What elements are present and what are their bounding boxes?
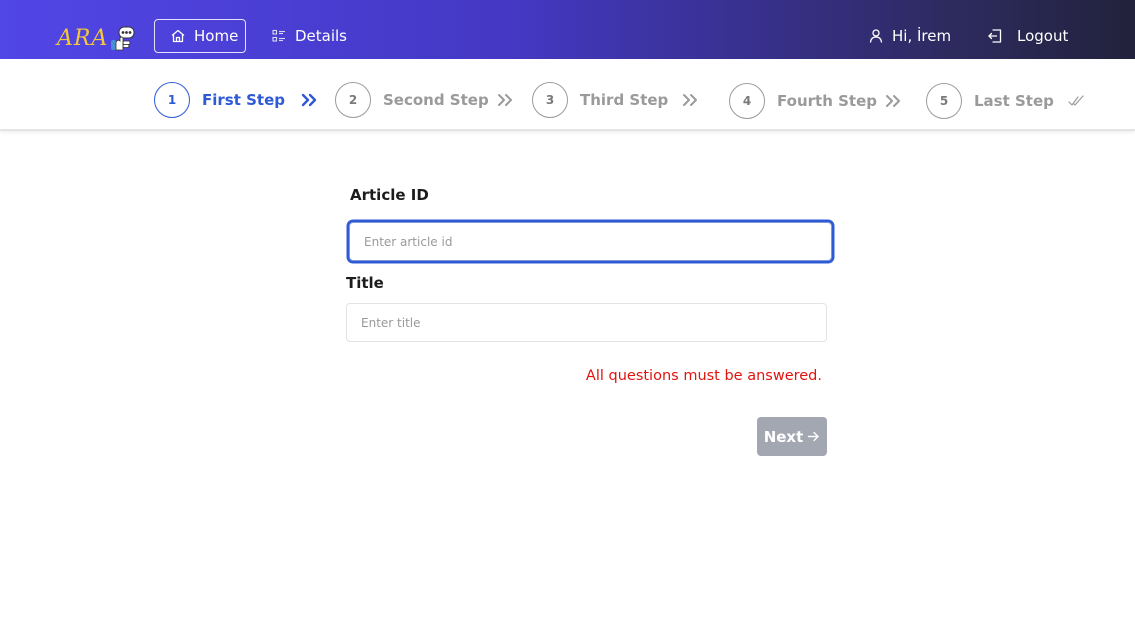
home-label: Home xyxy=(194,27,239,45)
user-icon xyxy=(868,28,884,44)
double-chevron-right-icon xyxy=(497,93,515,107)
step-5[interactable]: 5 Last Step xyxy=(926,83,1086,119)
step-4-label: Fourth Step xyxy=(777,92,877,110)
article-id-label: Article ID xyxy=(350,186,429,204)
details-label: Details xyxy=(295,27,348,45)
logo-text: ARA xyxy=(57,26,109,51)
step-2[interactable]: 2 Second Step xyxy=(335,82,515,118)
double-chevron-right-icon xyxy=(301,93,319,107)
home-icon xyxy=(170,28,186,44)
validation-error-message: All questions must be answered. xyxy=(585,368,822,384)
step-3-label: Third Step xyxy=(580,91,669,109)
progress-stepper: 1 First Step 2 Second Step 3 Third Step … xyxy=(0,59,1135,131)
double-chevron-right-icon xyxy=(682,93,700,107)
top-navbar: ARA Home Details Hi, İrem Logout xyxy=(0,0,1135,59)
step-3-number: 3 xyxy=(532,82,568,118)
step-5-number: 5 xyxy=(926,83,962,119)
arrow-right-icon xyxy=(807,430,820,443)
step-4-number: 4 xyxy=(729,83,765,119)
step-1[interactable]: 1 First Step xyxy=(154,82,319,118)
logout-icon xyxy=(987,28,1003,44)
logout-label: Logout xyxy=(1017,27,1069,45)
user-greeting[interactable]: Hi, İrem xyxy=(868,19,951,53)
step-1-number: 1 xyxy=(154,82,190,118)
app-logo[interactable]: ARA xyxy=(57,22,136,52)
step-2-number: 2 xyxy=(335,82,371,118)
step-4[interactable]: 4 Fourth Step xyxy=(729,83,903,119)
list-icon xyxy=(271,28,287,44)
user-greeting-text: Hi, İrem xyxy=(892,27,952,45)
next-label: Next xyxy=(763,427,804,446)
home-button[interactable]: Home xyxy=(154,19,246,53)
logout-button[interactable]: Logout xyxy=(987,19,1068,53)
step-2-label: Second Step xyxy=(383,91,489,109)
title-label: Title xyxy=(346,274,384,292)
title-input[interactable] xyxy=(346,303,827,342)
step-1-label: First Step xyxy=(202,91,285,109)
step-5-label: Last Step xyxy=(974,92,1054,110)
double-check-icon xyxy=(1068,94,1086,108)
mascot-hand-icon xyxy=(110,26,136,52)
step-3[interactable]: 3 Third Step xyxy=(532,82,700,118)
double-chevron-right-icon xyxy=(885,94,903,108)
details-button[interactable]: Details xyxy=(271,19,347,53)
article-id-input[interactable] xyxy=(349,222,832,261)
next-button[interactable]: Next xyxy=(757,417,827,456)
